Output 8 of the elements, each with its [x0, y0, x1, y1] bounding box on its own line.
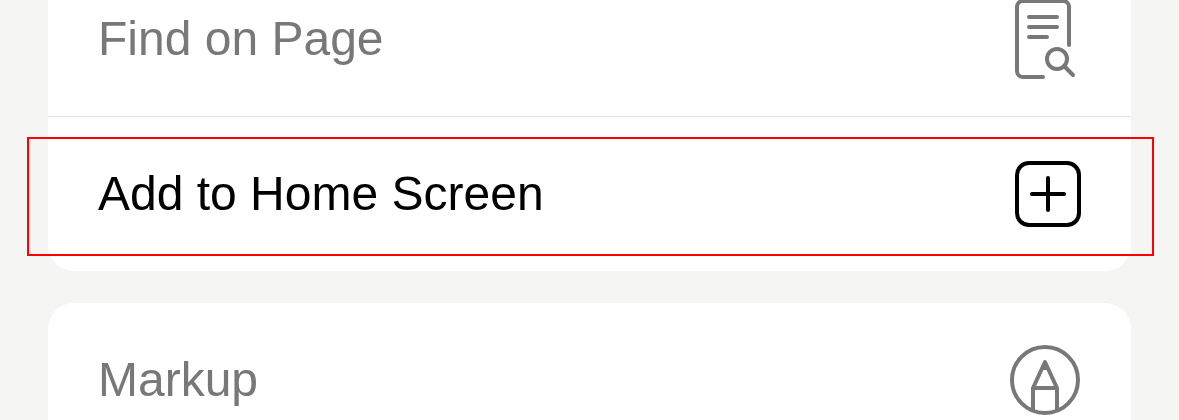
menu-item-label: Find on Page	[98, 11, 384, 67]
plus-square-icon	[1015, 161, 1081, 227]
menu-item[interactable]: Markup	[48, 303, 1131, 420]
menu-item-label: Markup	[98, 352, 259, 408]
pen-circle-icon	[1009, 344, 1081, 416]
menu-item[interactable]: Find on Page	[48, 0, 1131, 116]
menu-item-label: Add to Home Screen	[98, 166, 544, 222]
menu-item[interactable]: Add to Home Screen	[48, 117, 1131, 271]
